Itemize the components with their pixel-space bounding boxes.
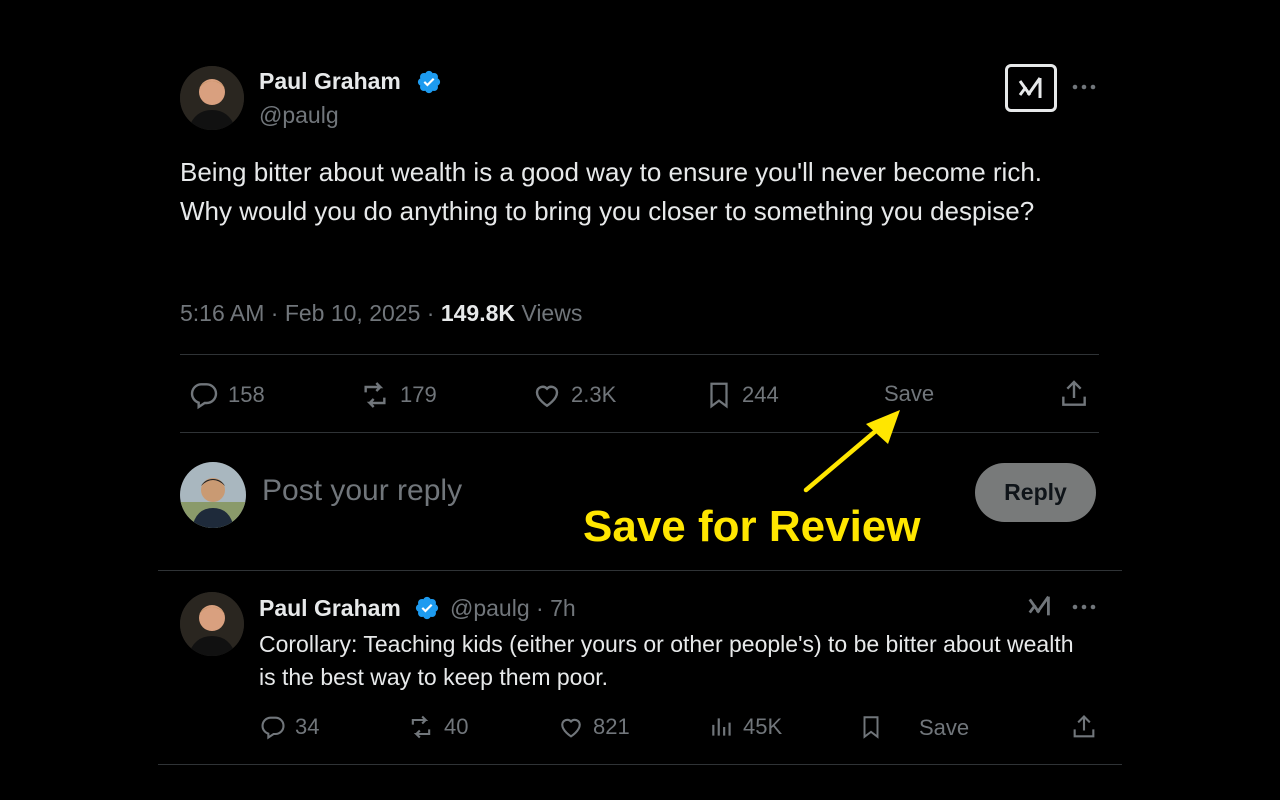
reply-repost-icon (411, 715, 431, 739)
reply-grok-logo-icon (1028, 595, 1050, 616)
reply-icon (190, 383, 218, 410)
reply-heart-icon (561, 718, 581, 738)
author-handle[interactable]: @paulg (259, 102, 339, 129)
reply-section-divider (158, 570, 1122, 571)
author-avatar[interactable] (180, 66, 244, 130)
repost-action[interactable]: 179 (358, 379, 437, 411)
annotation-arrow-icon (803, 410, 900, 493)
reply-author-name[interactable]: Paul Graham (259, 595, 401, 622)
reply-views-action[interactable]: 45K (709, 713, 782, 741)
share-action[interactable] (1058, 378, 1090, 410)
more-options-icon[interactable] (1071, 80, 1097, 99)
reply-input[interactable]: Post your reply (262, 474, 462, 508)
reply-repost-count: 40 (444, 714, 469, 739)
reply-like-action[interactable]: 821 (557, 713, 630, 741)
reply-count: 158 (228, 382, 265, 407)
repost-count: 179 (400, 382, 437, 407)
views-label: Views (515, 300, 583, 326)
tweet-timestamp[interactable]: 5:16 AM · Feb 10, 2025 · (180, 300, 441, 326)
author-name[interactable]: Paul Graham (259, 68, 401, 95)
reply-bookmark-action[interactable] (858, 713, 884, 741)
like-action[interactable]: 2.3K (531, 379, 616, 411)
reply-grok-button[interactable] (1026, 592, 1054, 625)
reply-more-options-icon[interactable] (1071, 600, 1097, 619)
reply-bottom-divider (158, 764, 1122, 765)
tweet-meta: 5:16 AM · Feb 10, 2025 · 149.8K Views (180, 300, 582, 327)
reply-save-label: Save (919, 715, 970, 740)
reply-tweet-text: Corollary: Teaching kids (either yours o… (259, 631, 1074, 690)
reply-repost-action[interactable]: 40 (406, 713, 468, 741)
grok-button[interactable] (1005, 64, 1057, 112)
bookmark-icon (710, 382, 728, 409)
user-avatar[interactable] (180, 462, 246, 528)
like-count: 2.3K (571, 382, 617, 407)
reply-verified-badge-icon (415, 596, 439, 620)
reply-reply-icon (261, 716, 285, 740)
grok-logo-icon (1018, 77, 1042, 98)
bookmark-action[interactable]: 244 (704, 379, 779, 411)
divider-bottom (180, 432, 1099, 433)
avatar-portrait-icon (180, 66, 244, 130)
reply-bookmark-icon (863, 716, 879, 739)
views-count: 149.8K (440, 300, 515, 326)
reply-share-icon (1073, 715, 1095, 738)
reply-share-action[interactable] (1070, 713, 1098, 741)
reply-views-count: 45K (743, 714, 783, 739)
reply-author-avatar[interactable] (180, 592, 244, 656)
reply-reply-count: 34 (295, 714, 320, 739)
share-icon (1062, 380, 1086, 406)
divider-top (180, 354, 1099, 355)
annotation-label: Save for Review (583, 502, 921, 551)
reply-action[interactable]: 158 (188, 379, 265, 411)
bookmark-count: 244 (742, 382, 779, 407)
verified-badge-icon (417, 70, 441, 94)
heart-icon (535, 385, 559, 408)
reply-button[interactable]: Reply (975, 463, 1096, 522)
reply-avatar-portrait-icon (180, 592, 244, 656)
views-chart-icon (712, 718, 731, 736)
tweet-text: Being bitter about wealth is a good way … (180, 157, 1043, 226)
repost-icon (364, 382, 386, 408)
reply-save-action[interactable]: Save (919, 715, 969, 741)
user-avatar-icon (180, 462, 246, 528)
reply-reply-action[interactable]: 34 (259, 713, 319, 741)
reply-author-handle[interactable]: @paulg · 7h (450, 595, 576, 622)
reply-like-count: 821 (593, 714, 630, 739)
